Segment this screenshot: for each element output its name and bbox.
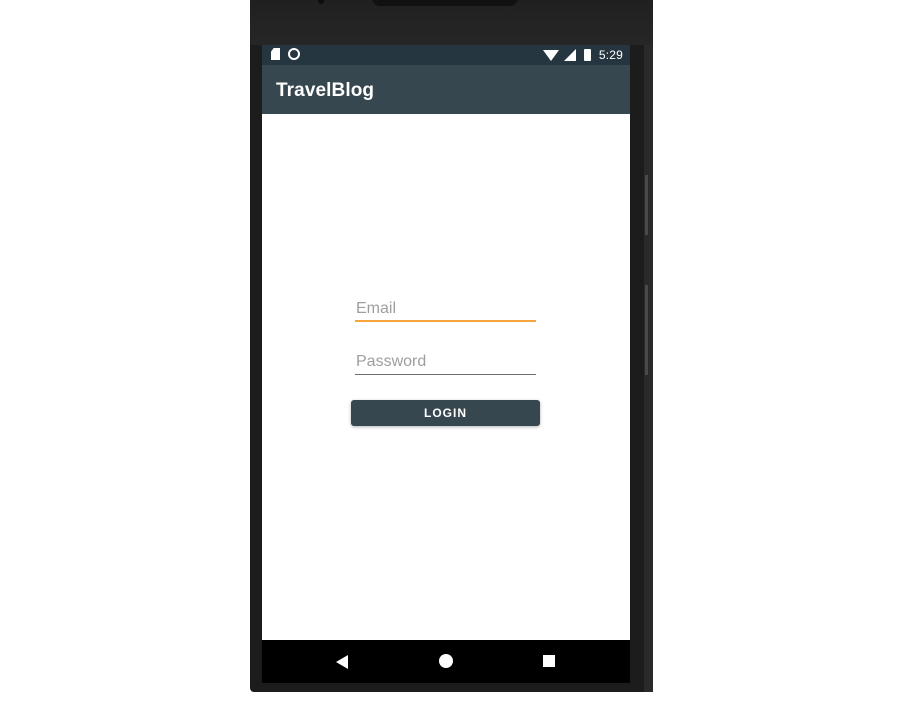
status-clock: 5:29 xyxy=(598,48,623,62)
login-button[interactable]: LOGIN xyxy=(351,400,540,426)
signal-icon xyxy=(563,49,576,61)
back-icon[interactable] xyxy=(336,655,348,669)
sync-icon xyxy=(288,48,300,60)
home-icon[interactable] xyxy=(439,654,453,668)
status-bar: 5:29 xyxy=(262,45,630,65)
device-frame: 5:29 TravelBlog LOGIN xyxy=(250,0,653,692)
device-side-edge xyxy=(644,45,653,692)
login-content: LOGIN xyxy=(262,114,630,640)
wifi-icon xyxy=(542,49,559,61)
sd-card-icon xyxy=(271,48,280,60)
navigation-bar xyxy=(262,640,630,683)
email-field xyxy=(355,298,536,322)
email-input[interactable] xyxy=(355,298,536,320)
email-underline xyxy=(355,320,536,322)
device-screen: 5:29 TravelBlog LOGIN xyxy=(262,45,630,683)
recents-icon[interactable] xyxy=(543,655,555,667)
password-underline xyxy=(355,374,536,375)
password-field xyxy=(355,351,536,375)
status-left-icons xyxy=(271,48,300,60)
app-title: TravelBlog xyxy=(276,80,375,101)
app-bar: TravelBlog xyxy=(262,65,630,114)
password-input[interactable] xyxy=(355,351,536,373)
earpiece xyxy=(372,0,518,6)
battery-icon xyxy=(583,49,591,61)
status-right-icons: 5:29 xyxy=(542,48,623,62)
front-camera xyxy=(318,0,324,4)
device-top-bezel xyxy=(250,0,653,45)
